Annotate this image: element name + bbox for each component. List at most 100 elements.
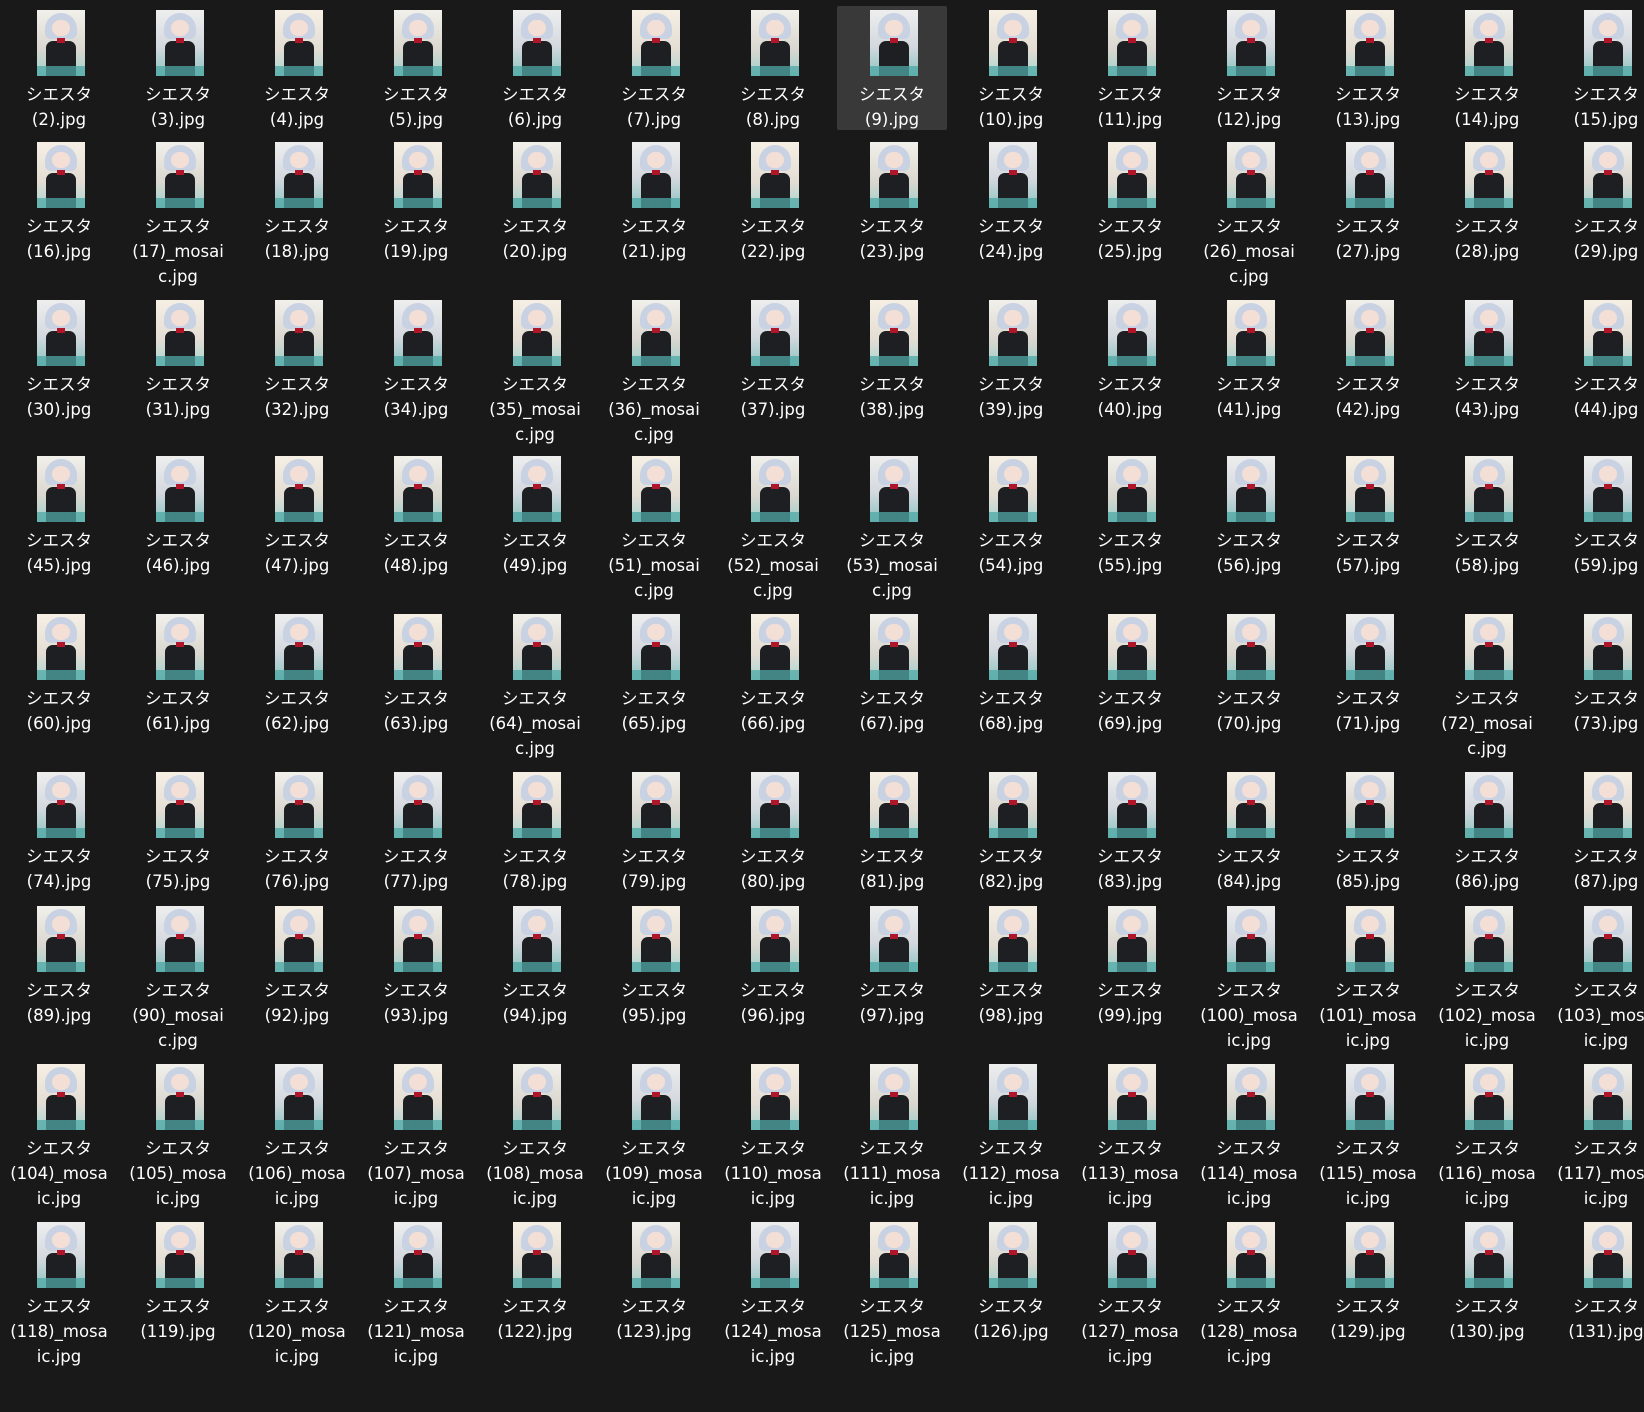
file-item[interactable]: シエスタ (118)_mosa ic.jpg	[4, 1218, 114, 1368]
file-item[interactable]: シエスタ (12).jpg	[1194, 6, 1304, 130]
file-item[interactable]: シエスタ (38).jpg	[837, 296, 947, 446]
file-item[interactable]: シエスタ (121)_mosa ic.jpg	[361, 1218, 471, 1368]
file-item[interactable]: シエスタ (15).jpg	[1551, 6, 1644, 130]
file-item[interactable]: シエスタ (105)_mosa ic.jpg	[123, 1060, 233, 1210]
file-item[interactable]: シエスタ (122).jpg	[480, 1218, 590, 1368]
file-item[interactable]: シエスタ (26)_mosai c.jpg	[1194, 138, 1304, 288]
file-item[interactable]: シエスタ (49).jpg	[480, 452, 590, 602]
file-item[interactable]: シエスタ (28).jpg	[1432, 138, 1542, 288]
file-item[interactable]: シエスタ (128)_mosa ic.jpg	[1194, 1218, 1304, 1368]
file-item[interactable]: シエスタ (130).jpg	[1432, 1218, 1542, 1368]
file-item[interactable]: シエスタ (63).jpg	[361, 610, 471, 760]
file-item[interactable]: シエスタ (77).jpg	[361, 768, 471, 892]
file-item[interactable]: シエスタ (58).jpg	[1432, 452, 1542, 602]
file-item[interactable]: シエスタ (5).jpg	[361, 6, 471, 130]
file-item[interactable]: シエスタ (84).jpg	[1194, 768, 1304, 892]
file-item[interactable]: シエスタ (18).jpg	[242, 138, 352, 288]
file-item[interactable]: シエスタ (24).jpg	[956, 138, 1066, 288]
file-item[interactable]: シエスタ (32).jpg	[242, 296, 352, 446]
file-item[interactable]: シエスタ (8).jpg	[718, 6, 828, 130]
file-item[interactable]: シエスタ (95).jpg	[599, 902, 709, 1052]
file-item[interactable]: シエスタ (41).jpg	[1194, 296, 1304, 446]
file-item[interactable]: シエスタ (79).jpg	[599, 768, 709, 892]
file-item[interactable]: シエスタ (108)_mosa ic.jpg	[480, 1060, 590, 1210]
file-item[interactable]: シエスタ (61).jpg	[123, 610, 233, 760]
file-item[interactable]: シエスタ (56).jpg	[1194, 452, 1304, 602]
file-item[interactable]: シエスタ (13).jpg	[1313, 6, 1423, 130]
file-item[interactable]: シエスタ (47).jpg	[242, 452, 352, 602]
file-item[interactable]: シエスタ (102)_mosa ic.jpg	[1432, 902, 1542, 1052]
file-item[interactable]: シエスタ (4).jpg	[242, 6, 352, 130]
file-item[interactable]: シエスタ (66).jpg	[718, 610, 828, 760]
file-item[interactable]: シエスタ (44).jpg	[1551, 296, 1644, 446]
file-item[interactable]: シエスタ (39).jpg	[956, 296, 1066, 446]
file-item[interactable]: シエスタ (27).jpg	[1313, 138, 1423, 288]
file-item[interactable]: シエスタ (124)_mosa ic.jpg	[718, 1218, 828, 1368]
file-item[interactable]: シエスタ (109)_mosa ic.jpg	[599, 1060, 709, 1210]
file-item[interactable]: シエスタ (62).jpg	[242, 610, 352, 760]
file-item[interactable]: シエスタ (11).jpg	[1075, 6, 1185, 130]
file-item[interactable]: シエスタ (98).jpg	[956, 902, 1066, 1052]
file-item[interactable]: シエスタ (37).jpg	[718, 296, 828, 446]
file-item[interactable]: シエスタ (14).jpg	[1432, 6, 1542, 130]
file-item[interactable]: シエスタ (115)_mosa ic.jpg	[1313, 1060, 1423, 1210]
file-item[interactable]: シエスタ (125)_mosa ic.jpg	[837, 1218, 947, 1368]
file-item[interactable]: シエスタ (129).jpg	[1313, 1218, 1423, 1368]
file-item[interactable]: シエスタ (127)_mosa ic.jpg	[1075, 1218, 1185, 1368]
file-item[interactable]: シエスタ (2).jpg	[4, 6, 114, 130]
file-item[interactable]: シエスタ (131).jpg	[1551, 1218, 1644, 1368]
file-item[interactable]: シエスタ (116)_mosa ic.jpg	[1432, 1060, 1542, 1210]
file-item[interactable]: シエスタ (73).jpg	[1551, 610, 1644, 760]
file-item[interactable]: シエスタ (48).jpg	[361, 452, 471, 602]
file-item[interactable]: シエスタ (46).jpg	[123, 452, 233, 602]
file-item[interactable]: シエスタ (80).jpg	[718, 768, 828, 892]
file-item[interactable]: シエスタ (72)_mosai c.jpg	[1432, 610, 1542, 760]
file-item[interactable]: シエスタ (25).jpg	[1075, 138, 1185, 288]
file-item[interactable]: シエスタ (101)_mosa ic.jpg	[1313, 902, 1423, 1052]
file-item[interactable]: シエスタ (54).jpg	[956, 452, 1066, 602]
file-item[interactable]: シエスタ (53)_mosai c.jpg	[837, 452, 947, 602]
file-item[interactable]: シエスタ (69).jpg	[1075, 610, 1185, 760]
file-item[interactable]: シエスタ (76).jpg	[242, 768, 352, 892]
file-item[interactable]: シエスタ (64)_mosai c.jpg	[480, 610, 590, 760]
file-item[interactable]: シエスタ (103)_mosa ic.jpg	[1551, 902, 1644, 1052]
file-item[interactable]: シエスタ (10).jpg	[956, 6, 1066, 130]
file-item[interactable]: シエスタ (7).jpg	[599, 6, 709, 130]
file-item[interactable]: シエスタ (94).jpg	[480, 902, 590, 1052]
file-item[interactable]: シエスタ (16).jpg	[4, 138, 114, 288]
file-item[interactable]: シエスタ (22).jpg	[718, 138, 828, 288]
file-item[interactable]: シエスタ (106)_mosa ic.jpg	[242, 1060, 352, 1210]
file-item[interactable]: シエスタ (67).jpg	[837, 610, 947, 760]
file-item[interactable]: シエスタ (57).jpg	[1313, 452, 1423, 602]
file-item[interactable]: シエスタ (126).jpg	[956, 1218, 1066, 1368]
file-item[interactable]: シエスタ (85).jpg	[1313, 768, 1423, 892]
file-item[interactable]: シエスタ (86).jpg	[1432, 768, 1542, 892]
file-item[interactable]: シエスタ (70).jpg	[1194, 610, 1304, 760]
file-item[interactable]: シエスタ (78).jpg	[480, 768, 590, 892]
file-item[interactable]: シエスタ (107)_mosa ic.jpg	[361, 1060, 471, 1210]
file-item[interactable]: シエスタ (43).jpg	[1432, 296, 1542, 446]
file-item[interactable]: シエスタ (93).jpg	[361, 902, 471, 1052]
file-item[interactable]: シエスタ (51)_mosai c.jpg	[599, 452, 709, 602]
file-item[interactable]: シエスタ (36)_mosai c.jpg	[599, 296, 709, 446]
file-item[interactable]: シエスタ (17)_mosai c.jpg	[123, 138, 233, 288]
file-item[interactable]: シエスタ (21).jpg	[599, 138, 709, 288]
file-item[interactable]: シエスタ (97).jpg	[837, 902, 947, 1052]
file-item[interactable]: シエスタ (82).jpg	[956, 768, 1066, 892]
file-item[interactable]: シエスタ (100)_mosa ic.jpg	[1194, 902, 1304, 1052]
file-item[interactable]: シエスタ (42).jpg	[1313, 296, 1423, 446]
file-item[interactable]: シエスタ (81).jpg	[837, 768, 947, 892]
file-item[interactable]: シエスタ (34).jpg	[361, 296, 471, 446]
file-item[interactable]: シエスタ (96).jpg	[718, 902, 828, 1052]
file-item[interactable]: シエスタ (92).jpg	[242, 902, 352, 1052]
file-item[interactable]: シエスタ (6).jpg	[480, 6, 590, 130]
file-item[interactable]: シエスタ (52)_mosai c.jpg	[718, 452, 828, 602]
file-item[interactable]: シエスタ (23).jpg	[837, 138, 947, 288]
file-item[interactable]: シエスタ (120)_mosa ic.jpg	[242, 1218, 352, 1368]
file-item[interactable]: シエスタ (20).jpg	[480, 138, 590, 288]
file-item[interactable]: シエスタ (71).jpg	[1313, 610, 1423, 760]
file-item[interactable]: シエスタ (60).jpg	[4, 610, 114, 760]
file-item[interactable]: シエスタ (110)_mosa ic.jpg	[718, 1060, 828, 1210]
file-item[interactable]: シエスタ (68).jpg	[956, 610, 1066, 760]
file-item[interactable]: シエスタ (112)_mosa ic.jpg	[956, 1060, 1066, 1210]
